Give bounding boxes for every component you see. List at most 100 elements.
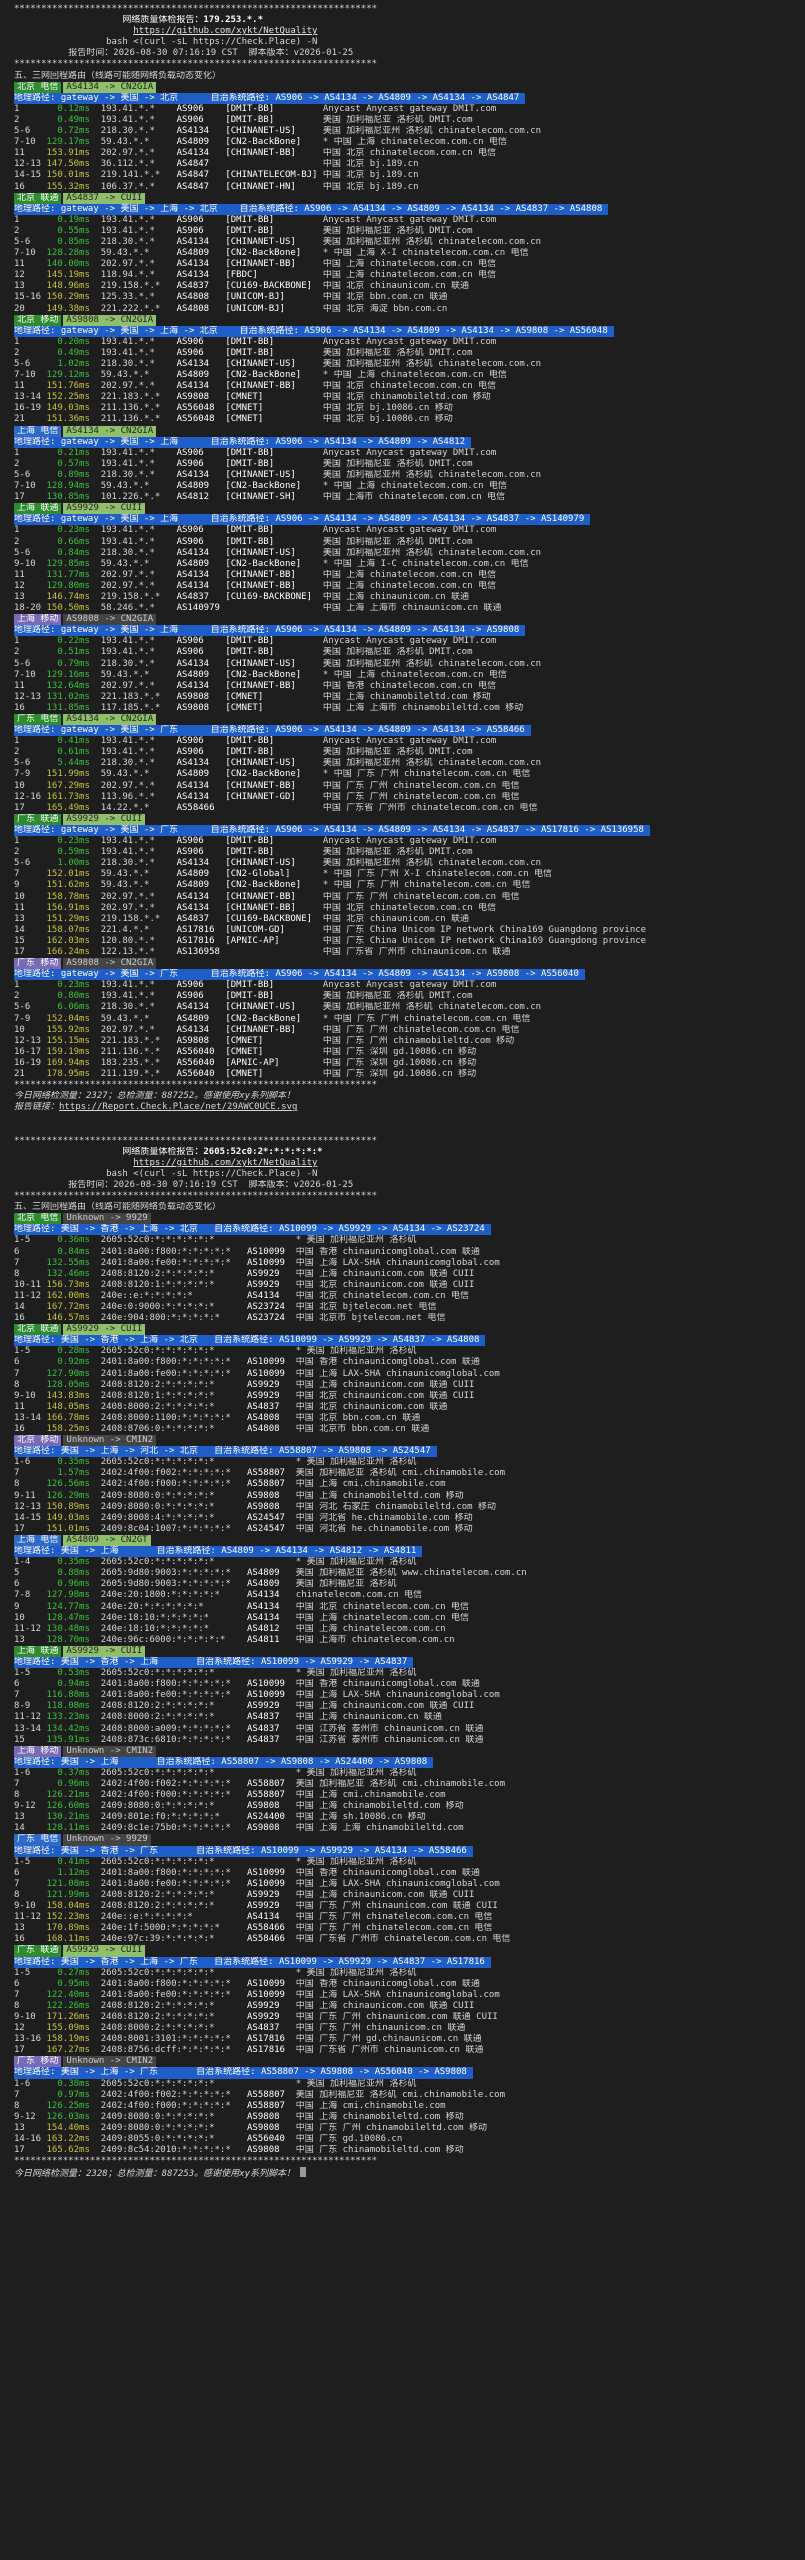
hop-ip: 2605:52c0:*:*:*:*:*:* — [100, 1235, 248, 1246]
hop-asn: AS906 — [176, 214, 226, 225]
hop-asn: AS4809 — [176, 137, 226, 148]
route-path: 地理路径: gateway -> 美国 -> 上海 自治系统路径: AS906 … — [14, 625, 805, 637]
asn-tag: Unknown -> CMIN2 — [63, 2056, 157, 2068]
hop-location: 中国 广东 广州 chinamobileltd.com 移动 — [322, 1035, 515, 1046]
route-path-text: 地理路径: 美国 -> 香港 -> 上海 自治系统路径: AS10099 -> … — [14, 1656, 414, 1669]
repo-link[interactable]: https://github.com/xykt/NetQuality — [133, 26, 317, 36]
hop-location: 中国 上海市 chinatelecom.com.cn 电信 — [322, 492, 506, 503]
repo-link[interactable]: https://github.com/xykt/NetQuality — [133, 1158, 317, 1168]
hop-location: 中国 北京 bjtelecom.net 电信 — [295, 1301, 437, 1312]
hop-number: 16 — [14, 1424, 47, 1434]
hop-row: 1-4 0.35ms 2605:52c0:*:*:*:*:*:* * 美国 加利… — [14, 1557, 805, 1568]
report-link[interactable]: https://Report.Check.Place/net/29AWC0UCE… — [59, 1102, 297, 1112]
hop-row: 13 148.96ms 219.158.*.* AS4837 [CU169-BA… — [14, 281, 805, 292]
hop-location: 中国 香港 chinaunicomglobal.com 联通 — [295, 1978, 480, 1989]
hop-number: 18-20 — [14, 603, 47, 614]
hop-asn: AS906 — [176, 536, 226, 547]
hop-ip: 2409:8c04:1007:*:*:*:*:* — [100, 1523, 248, 1534]
hop-latency: 128.47ms — [46, 1612, 101, 1623]
hop-asn: AS17816 — [176, 924, 226, 935]
hop-row: 8 121.99ms 2408:8120:2:*:*:*:*:* AS9929 … — [14, 1890, 805, 1901]
hop-asn: AS4809 — [176, 558, 226, 569]
hop-row: 12-13 155.15ms 221.183.*.* AS9808 [CMNET… — [14, 1036, 805, 1047]
hop-number: 20 — [14, 303, 47, 314]
hop-asn: AS906 — [176, 336, 226, 347]
hop-ip: 240e:20:*:*:*:*:*:* — [100, 1601, 248, 1612]
hop-asn: AS58466 — [247, 1923, 296, 1934]
hop-latency: 135.91ms — [46, 1734, 101, 1745]
report-title-label: 网络质量体检报告： — [122, 1146, 204, 1157]
hop-asn: AS58807 — [247, 2100, 296, 2111]
hop-asn — [247, 1346, 296, 1356]
hop-latency: 156.73ms — [46, 1279, 101, 1290]
hop-number: 14-16 — [14, 2134, 47, 2144]
hop-backbone: [CHINANET-BB] — [225, 1024, 323, 1035]
hop-row: 11-12 133.23ms 2408:8000:2:*:*:*:*:* AS4… — [14, 1712, 805, 1723]
hop-number: 1 — [14, 636, 47, 647]
hop-ip: 2605:52c0:*:*:*:*:*:* — [100, 1767, 248, 1778]
hop-location: 中国 上海 上海市 chinaunicom.cn 联通 — [322, 603, 502, 614]
hop-asn: AS906 — [176, 347, 226, 358]
hop-backbone: [DMIT-BB] — [225, 636, 323, 647]
hop-ip: 2408:8000:2:*:*:*:*:* — [100, 1401, 248, 1412]
hop-ip: 106.37.*.* — [100, 181, 177, 192]
hop-location: Anycast Anycast gateway DMIT.com — [322, 447, 497, 458]
hop-backbone: [DMIT-BB] — [225, 525, 323, 536]
hop-row: 7 152.01ms 59.43.*.* AS4809 [CN2-Global]… — [14, 869, 805, 880]
hop-number: 7 — [14, 1690, 47, 1701]
hop-ip: 2409:8055:0:*:*:*:*:* — [100, 2134, 248, 2144]
hop-number: 9-12 — [14, 2111, 47, 2122]
hop-row: 1 0.22ms 193.41.*.* AS906 [DMIT-BB] Anyc… — [14, 636, 805, 647]
hop-ip: 193.41.*.* — [100, 114, 177, 125]
hop-asn: AS4134 — [176, 1024, 226, 1035]
hop-number: 8 — [14, 1268, 47, 1279]
hop-row: 12 129.80ms 202.97.*.* AS4134 [CHINANET-… — [14, 581, 805, 592]
asn-tag: Unknown -> 9929 — [63, 1834, 151, 1846]
hop-row: 9-12 126.03ms 2409:8080:0:*:*:*:*:* AS98… — [14, 2112, 805, 2123]
hop-row: 6 0.84ms 2401:8a00:f800:*:*:*:*:* AS1009… — [14, 1247, 805, 1258]
hop-backbone: [DMIT-BB] — [225, 214, 323, 225]
hop-ip: 2401:8a00:f800:*:*:*:*:* — [100, 1357, 248, 1368]
hop-asn — [247, 1768, 296, 1778]
hop-ip: 193.41.*.* — [100, 536, 177, 547]
hop-latency: 161.73ms — [46, 791, 101, 802]
stars-text: ****************************************… — [14, 4, 378, 14]
stars-divider: ****************************************… — [14, 59, 805, 70]
hop-asn: AS4134 — [176, 580, 226, 591]
hop-location: 中国 北京 海淀 bbn.com.cn — [322, 303, 448, 314]
hop-number: 7 — [14, 1368, 47, 1379]
hop-row: 11 131.77ms 202.97.*.* AS4134 [CHINANET-… — [14, 570, 805, 581]
hop-ip: 2402:4f00:f000:*:*:*:*:* — [100, 2100, 248, 2111]
hop-backbone: [CHINANET-BB] — [225, 680, 323, 691]
hop-backbone: [CHINANET-BB] — [225, 580, 323, 591]
hop-location: 美国 加利福尼亚州 洛杉矶 chinatelecom.com.cn — [322, 858, 542, 869]
hop-location: 中国 上海 chinaunicom.com 联通 CUII — [295, 1701, 475, 1712]
hop-ip: 2408:8000:a009:*:*:*:*:* — [100, 1723, 248, 1734]
hop-row: 9-10 143.83ms 2408:8120:1:*:*:*:*:* AS99… — [14, 1391, 805, 1402]
hop-location: * 美国 加利福尼亚州 洛杉矶 — [295, 2078, 417, 2089]
route-header: 上海 联通 AS9929 -> CUII — [14, 503, 805, 515]
hop-latency: 118.08ms — [46, 1701, 101, 1712]
isp-tag: 北京 移动 — [14, 1435, 62, 1447]
hop-number: 5-6 — [14, 126, 47, 137]
hop-row: 9 151.62ms 59.43.*.* AS4809 [CN2-BackBon… — [14, 880, 805, 891]
hop-ip: 2605:52c0:*:*:*:*:*:* — [100, 1967, 248, 1978]
hop-number: 13 — [14, 1634, 47, 1645]
hop-number: 1-6 — [14, 1457, 47, 1468]
hop-row: 5-6 0.72ms 218.30.*.* AS4134 [CHINANET-U… — [14, 126, 805, 137]
route-path-text: 地理路径: gateway -> 美国 -> 上海 -> 北京 自治系统路径: … — [14, 203, 609, 215]
hop-location: 中国 广东 China Unicom IP network China169 G… — [322, 924, 647, 935]
hop-location: 美国 加利福尼亚 洛杉矶 DMIT.com — [322, 847, 473, 858]
hop-number: 1-6 — [14, 2078, 47, 2089]
hop-row: 1 0.23ms 193.41.*.* AS906 [DMIT-BB] Anyc… — [14, 836, 805, 847]
hop-backbone: [DMIT-BB] — [225, 647, 323, 658]
hop-asn: AS4837 — [247, 1734, 296, 1745]
stars-divider: ****************************************… — [14, 1136, 805, 1147]
hop-number: 1 — [14, 447, 47, 458]
hop-backbone: [CHINANET-US] — [225, 469, 323, 480]
hop-ip: 193.41.*.* — [100, 747, 177, 758]
hop-latency: 0.23ms — [46, 525, 101, 536]
hop-latency: 0.61ms — [46, 747, 101, 758]
hop-location: 中国 上海 LAX-SHA chinaunicomglobal.com — [295, 1368, 500, 1379]
hop-location: 美国 加利福尼亚 洛杉矶 — [295, 1579, 397, 1590]
